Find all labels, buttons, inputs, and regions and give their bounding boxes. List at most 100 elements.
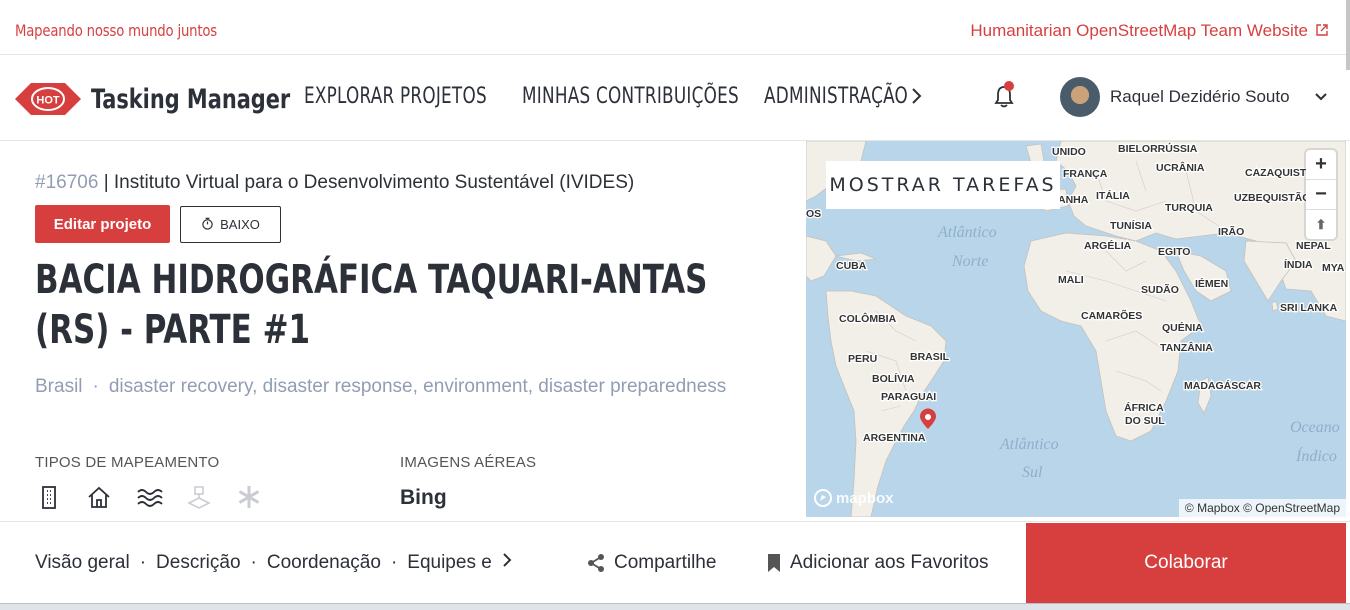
map-label: MALI <box>1058 274 1084 286</box>
project-organisation: | Instituto Virtual para o Desenvolvimen… <box>103 172 635 193</box>
timer-icon <box>201 217 214 233</box>
map-label: MYA <box>1322 262 1345 274</box>
map-label: ITÁLIA <box>1096 189 1130 202</box>
page-title: BACIA HIDROGRÁFICA TAQUARI-ANTAS (RS) - … <box>35 257 708 353</box>
project-country: Brasil <box>35 376 83 397</box>
map-attribution[interactable]: © Mapbox © OpenStreetMap <box>1178 499 1346 517</box>
building-icon <box>42 486 56 509</box>
map-label: TUNÍSIA <box>1110 219 1152 232</box>
map-label: ARGENTINA <box>863 432 926 444</box>
landuse-icon <box>187 486 211 509</box>
contribute-button[interactable]: Colaborar <box>1026 523 1346 603</box>
avatar <box>1060 77 1100 117</box>
external-link-icon <box>1316 21 1328 41</box>
map-label: IRÃO <box>1218 225 1244 238</box>
favorite-label: Adicionar aos Favoritos <box>790 552 989 573</box>
map-label: BRASIL <box>910 351 950 363</box>
map-ocean-label: Oceano <box>1290 419 1340 436</box>
top-bar: Mapeando nosso mundo juntos Humanitarian… <box>0 0 1350 70</box>
zoom-out-button[interactable]: − <box>1306 180 1336 210</box>
user-menu[interactable]: Raquel Dezidério Souto <box>1060 77 1327 117</box>
zoom-in-button[interactable]: + <box>1306 150 1336 180</box>
mapbox-logo[interactable]: mapbox <box>814 489 894 507</box>
nav-explore-projects[interactable]: EXPLORAR PROJETOS <box>304 84 489 109</box>
mapbox-icon <box>814 489 832 507</box>
map-ocean-label: Sul <box>1022 464 1043 481</box>
project-map[interactable]: UNIDO BIELORRÚSSIA UCRÂNIA FRANÇA CAZAQU… <box>806 141 1346 517</box>
main-nav: HOT Tasking Manager EXPLORAR PROJETOS MI… <box>0 55 1350 141</box>
bookmark-icon <box>768 554 780 572</box>
nav-administration[interactable]: ADMINISTRAÇÃO <box>764 84 908 109</box>
map-label: OS <box>806 208 821 220</box>
map-label: ÁFRICA <box>1124 401 1164 414</box>
map-label: DO SUL <box>1125 415 1165 427</box>
mapping-type-icons <box>35 483 263 511</box>
chevron-right-icon[interactable] <box>502 552 512 574</box>
map-label: SUDÃO <box>1141 283 1179 296</box>
map-label: UNIDO <box>1052 146 1086 158</box>
show-tasks-button[interactable]: MOSTRAR TAREFAS <box>826 161 1060 209</box>
waterways-icon <box>137 489 163 507</box>
map-label: MADAGÁSCAR <box>1184 379 1261 392</box>
project-interests: disaster recovery, disaster response, en… <box>108 376 727 397</box>
map-ocean-label: Norte <box>951 253 988 270</box>
hot-website-label: Humanitarian OpenStreetMap Team Website <box>970 21 1308 40</box>
map-label: ARGÉLIA <box>1084 239 1132 252</box>
project-action-bar: Visão geral · Descrição · Coordenação · … <box>0 521 1350 603</box>
user-name: Raquel Dezidério Souto <box>1110 87 1290 106</box>
hot-website-link[interactable]: Humanitarian OpenStreetMap Team Website <box>970 21 1328 41</box>
edit-project-button[interactable]: Editar projeto <box>35 205 170 243</box>
os-taskbar-strip <box>0 603 1350 610</box>
priority-badge: BAIXO <box>180 206 281 243</box>
map-controls: + − ⬆ <box>1306 150 1336 239</box>
share-button[interactable]: Compartilhe <box>586 552 716 574</box>
map-label: CUBA <box>836 260 867 272</box>
map-label: QUÉNIA <box>1162 321 1203 334</box>
map-label: PERU <box>848 353 877 365</box>
section-teams-link[interactable]: Equipes e <box>407 552 492 574</box>
map-label: UCRÂNIA <box>1156 161 1205 174</box>
map-label: EGITO <box>1158 246 1190 258</box>
map-label: PARAGUAI <box>881 391 936 403</box>
map-label: TANZÂNIA <box>1160 341 1213 354</box>
imagery-value: Bing <box>400 486 447 509</box>
section-overview-link[interactable]: Visão geral <box>35 552 130 574</box>
section-nav: Visão geral · Descrição · Coordenação · … <box>35 552 512 574</box>
mapping-types-label: TIPOS DE MAPEAMENTO <box>35 454 220 471</box>
chevron-down-icon <box>1314 89 1328 107</box>
add-favorite-button[interactable]: Adicionar aos Favoritos <box>768 552 989 574</box>
section-description-link[interactable]: Descrição <box>156 552 240 574</box>
map-label: UZBEQUISTÃO <box>1234 191 1310 204</box>
project-tags: Brasil · disaster recovery, disaster respo… <box>35 376 727 397</box>
logo-badge: HOT <box>36 95 60 107</box>
notification-badge <box>1004 81 1014 91</box>
house-icon <box>88 486 110 508</box>
logo[interactable]: HOT Tasking Manager <box>15 80 323 118</box>
other-icon <box>238 486 260 508</box>
share-label: Compartilhe <box>614 552 717 573</box>
map-label: COLÔMBIA <box>839 312 897 325</box>
project-id[interactable]: #16706 <box>35 172 98 193</box>
mapbox-logo-text: mapbox <box>836 489 894 507</box>
map-label: IÉMEN <box>1195 277 1228 290</box>
project-location-pin-icon[interactable] <box>919 408 937 435</box>
map-label: BOLÍVIA <box>872 372 915 385</box>
map-label: SRI LANKA <box>1280 302 1338 314</box>
map-ocean-label: Índico <box>1295 446 1337 465</box>
nav-scroll-right-icon[interactable] <box>910 87 922 110</box>
map-ocean-label: Atlântico <box>937 224 997 241</box>
tagline: Mapeando nosso mundo juntos <box>15 21 218 40</box>
map-label: ANHA <box>1058 194 1089 206</box>
map-label: ÍNDIA <box>1284 258 1313 271</box>
imagery-label: IMAGENS AÉREAS <box>400 454 537 471</box>
app-title: Tasking Manager <box>91 83 291 115</box>
nav-links: EXPLORAR PROJETOS MINHAS CONTRIBUIÇÕES A… <box>304 84 914 109</box>
compass-icon[interactable]: ⬆ <box>1306 210 1336 239</box>
nav-my-contributions[interactable]: MINHAS CONTRIBUIÇÕES <box>522 84 739 109</box>
section-coordination-link[interactable]: Coordenação <box>267 552 381 574</box>
share-icon <box>588 554 604 572</box>
map-label: NEPAL <box>1296 240 1331 252</box>
map-ocean-label: Atlântico <box>999 436 1059 453</box>
hot-logo-icon: HOT <box>15 83 81 115</box>
map-label: TURQUIA <box>1165 202 1213 214</box>
